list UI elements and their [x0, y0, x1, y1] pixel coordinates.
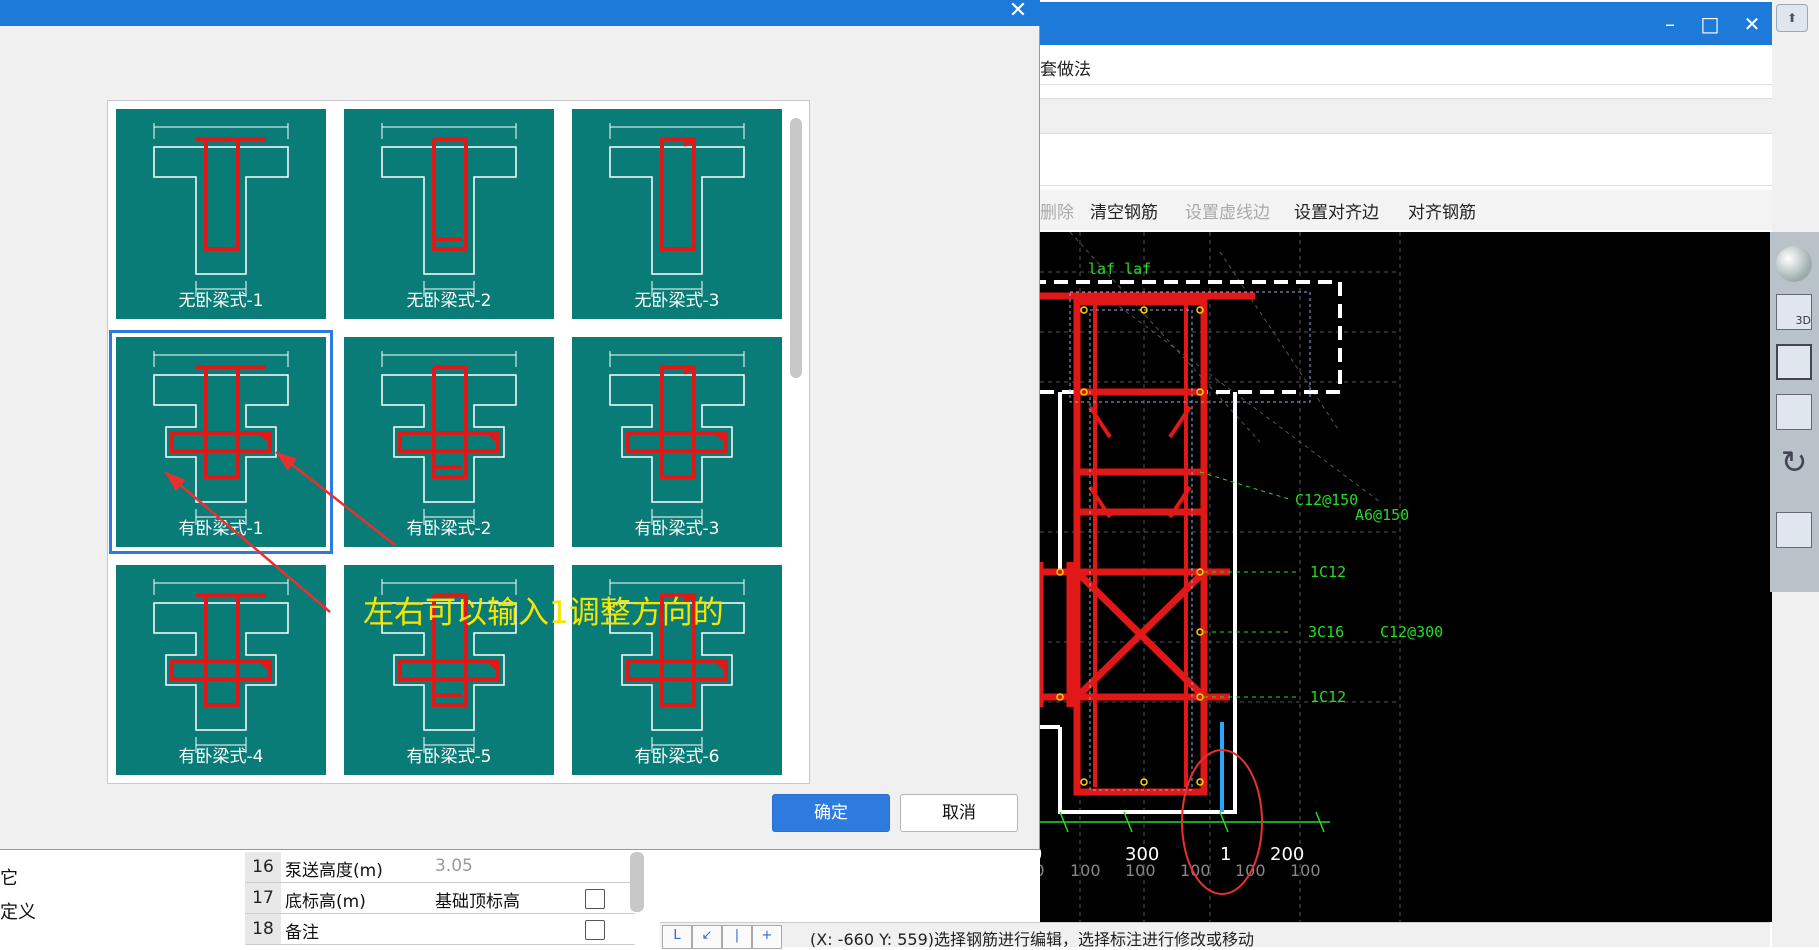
- grid-tick: 100: [1290, 861, 1321, 880]
- style-option-6[interactable]: 有卧梁式-3: [572, 337, 782, 547]
- properties-scrollbar[interactable]: [630, 852, 644, 912]
- tree-item-other[interactable]: 它: [0, 864, 18, 890]
- menu-item-partial[interactable]: 套做法: [1040, 55, 1091, 80]
- delete-button[interactable]: 删除: [1040, 198, 1074, 223]
- style-option-4[interactable]: 有卧梁式-1: [109, 330, 333, 554]
- row-number: 17: [245, 883, 281, 913]
- style-option-label: 有卧梁式-4: [178, 747, 264, 767]
- box-view-icon[interactable]: [1776, 394, 1812, 430]
- clear-rebar-button[interactable]: 清空钢筋: [1090, 198, 1158, 223]
- style-option-label: 有卧梁式-2: [406, 519, 492, 539]
- property-row: 18 备注: [245, 914, 635, 945]
- minimize-button[interactable]: –: [1652, 6, 1688, 42]
- maximize-button[interactable]: □: [1692, 6, 1728, 42]
- app-menu-row: 套做法: [1040, 45, 1772, 85]
- status-bar: L ↙ | + (X: -660 Y: 559)选择钢筋进行编辑，选择标注进行修…: [660, 922, 1770, 949]
- style-gallery: 无卧梁式-1 无卧梁式-2 无卧梁式-3 有卧梁式-1 有卧梁式-2 有卧梁式-3 有卧梁式…: [107, 100, 810, 784]
- set-dashed-edge-button[interactable]: 设置虚线边: [1185, 198, 1270, 223]
- grid-tick: 100: [1070, 861, 1101, 880]
- line-button[interactable]: |: [722, 925, 752, 949]
- property-row: 16 泵送高度(m) 3.05: [245, 852, 635, 883]
- rebar-label-1c12-top: 1C12: [1310, 563, 1346, 581]
- style-option-2[interactable]: 无卧梁式-2: [344, 109, 554, 319]
- property-checkbox[interactable]: [585, 920, 605, 940]
- property-value[interactable]: 基础顶标高: [435, 887, 520, 912]
- set-align-edge-button[interactable]: 设置对齐边: [1294, 198, 1379, 223]
- app-title-bar: – □ ✕: [1040, 2, 1772, 45]
- style-option-1[interactable]: 无卧梁式-1: [116, 109, 326, 319]
- row-number: 18: [245, 914, 281, 944]
- rebar-label-1c12-bottom: 1C12: [1310, 688, 1346, 706]
- drawing-canvas[interactable]: laf laf C12@150 A6@150 1C12 3C16 C12@300…: [1040, 232, 1772, 922]
- property-checkbox[interactable]: [585, 889, 605, 909]
- rebar-label-3c16: 3C16: [1308, 623, 1344, 641]
- rotate-icon[interactable]: ↻: [1776, 444, 1812, 480]
- ok-button[interactable]: 确定: [772, 794, 890, 832]
- grid-tick: 100: [1040, 861, 1045, 880]
- snap-button[interactable]: ↙: [692, 925, 722, 949]
- front-view-icon[interactable]: [1776, 344, 1812, 380]
- style-select-dialog: ✕ 无卧梁式-1 无卧梁式-2 无卧梁式-3 有卧梁式-1 有卧梁式-2 有卧梁式-3 有卧…: [0, 0, 1040, 850]
- gallery-scrollbar[interactable]: [790, 118, 802, 378]
- property-name: 底标高(m): [285, 892, 366, 912]
- style-option-label: 有卧梁式-6: [634, 747, 720, 767]
- row-number: 16: [245, 852, 281, 882]
- style-option-label: 无卧梁式-2: [406, 291, 492, 311]
- status-text: (X: -660 Y: 559)选择钢筋进行编辑，选择标注进行修改或移动: [810, 930, 1254, 949]
- style-option-label: 有卧梁式-3: [634, 519, 720, 539]
- properties-panel: 它 定义 16 泵送高度(m) 3.05 17 底标高(m) 基础顶标高 18 …: [0, 852, 660, 947]
- property-name: 备注: [285, 923, 319, 943]
- style-option-label: 有卧梁式-1: [178, 519, 264, 539]
- section-drawing: laf laf C12@150 A6@150 1C12 3C16 C12@300…: [1040, 232, 1443, 922]
- grid-tick: 100: [1235, 861, 1266, 880]
- property-row: 17 底标高(m) 基础顶标高: [245, 883, 635, 914]
- property-value[interactable]: 3.05: [435, 856, 473, 876]
- sphere-icon[interactable]: [1776, 246, 1812, 282]
- add-button[interactable]: +: [752, 925, 782, 949]
- view-3d-icon[interactable]: 3D: [1776, 294, 1812, 330]
- ortho-button[interactable]: L: [662, 925, 692, 949]
- align-rebar-button[interactable]: 对齐钢筋: [1408, 198, 1476, 223]
- app-strip-2: [1040, 134, 1772, 186]
- close-button[interactable]: ✕: [1734, 6, 1770, 42]
- style-option-label: 无卧梁式-3: [634, 291, 720, 311]
- dialog-title-bar: [0, 0, 1040, 26]
- list-view-icon[interactable]: [1776, 512, 1812, 548]
- app-strip: [1040, 98, 1772, 134]
- style-option-7[interactable]: 有卧梁式-4: [116, 565, 326, 775]
- rebar-label-c12-300: C12@300: [1380, 623, 1443, 641]
- tree-item-define[interactable]: 定义: [0, 898, 36, 924]
- dialog-close-button[interactable]: ✕: [1000, 0, 1036, 26]
- rebar-toolbar: 删除 清空钢筋 设置虚线边 设置对齐边 对齐钢筋: [1040, 190, 1772, 230]
- laf-label: laf laf: [1088, 260, 1151, 278]
- style-option-3[interactable]: 无卧梁式-3: [572, 109, 782, 319]
- dim-1: 1: [1220, 844, 1231, 865]
- annotation-text: 左右可以输入1调整方向的: [363, 595, 724, 631]
- stirrup-label-1: C12@150: [1295, 491, 1358, 509]
- grid-tick: 100: [1125, 861, 1156, 880]
- style-option-label: 有卧梁式-5: [406, 747, 492, 767]
- cancel-button[interactable]: 取消: [900, 794, 1018, 832]
- style-option-5[interactable]: 有卧梁式-2: [344, 337, 554, 547]
- view-tool-strip: 3D ↻: [1770, 232, 1819, 592]
- restore-icon[interactable]: ⬆: [1776, 4, 1808, 32]
- style-option-label: 无卧梁式-1: [178, 291, 264, 311]
- stirrup-label-2: A6@150: [1355, 506, 1409, 524]
- property-name: 泵送高度(m): [285, 861, 383, 881]
